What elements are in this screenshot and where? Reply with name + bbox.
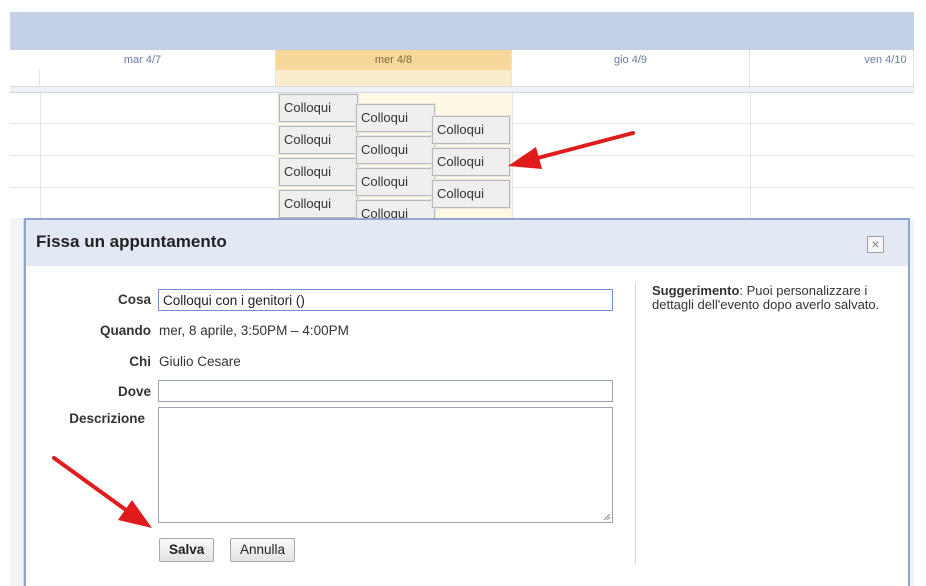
resize-grip-icon[interactable] bbox=[603, 513, 611, 521]
event-chip[interactable]: Colloqui bbox=[356, 168, 435, 196]
cancel-button[interactable]: Annulla bbox=[230, 538, 296, 562]
quando-value: mer, 8 aprile, 3:50PM – 4:00PM bbox=[159, 323, 349, 338]
background-strip-left bbox=[10, 218, 24, 586]
chi-value: Giulio Cesare bbox=[159, 354, 241, 369]
event-chip[interactable]: Colloqui bbox=[279, 158, 358, 186]
allday-cell-fri[interactable] bbox=[750, 70, 914, 87]
descrizione-label: Descrizione bbox=[69, 411, 145, 426]
background-strip-right bbox=[910, 218, 914, 586]
dove-label: Dove bbox=[117, 384, 151, 399]
event-chip[interactable]: Colloqui bbox=[279, 126, 358, 154]
cosa-label: Cosa bbox=[117, 292, 151, 307]
calendar-top-area bbox=[10, 0, 914, 12]
descrizione-textarea[interactable] bbox=[158, 407, 613, 523]
event-chip[interactable]: Colloqui bbox=[279, 94, 358, 122]
event-chip[interactable]: Colloqui bbox=[432, 180, 510, 208]
allday-gutter bbox=[10, 70, 40, 87]
day-header-label: mer 4/8 bbox=[374, 54, 413, 66]
chi-label: Chi bbox=[129, 354, 151, 369]
allday-cell-thu[interactable] bbox=[512, 70, 750, 87]
day-header-thu[interactable]: gio 4/9 bbox=[512, 50, 750, 70]
appointment-dialog: Fissa un appuntamento × Cosa Quando mer,… bbox=[24, 218, 910, 586]
calendar-header-band bbox=[10, 12, 914, 50]
close-icon[interactable]: × bbox=[867, 236, 884, 253]
dialog-divider bbox=[635, 282, 636, 564]
day-header-label: ven 4/10 bbox=[864, 54, 907, 66]
event-chip[interactable]: Colloqui bbox=[356, 104, 435, 132]
event-chip[interactable]: Colloqui bbox=[279, 190, 358, 218]
allday-cell-tue[interactable] bbox=[40, 70, 276, 87]
day-header-label: mar 4/7 bbox=[123, 54, 162, 66]
day-header-label: gio 4/9 bbox=[613, 54, 648, 66]
quando-label: Quando bbox=[100, 323, 151, 338]
dove-input[interactable] bbox=[158, 380, 613, 402]
tip-text: Suggerimento: Puoi personalizzare i dett… bbox=[652, 284, 902, 312]
day-header-wed[interactable]: mer 4/8 bbox=[276, 50, 512, 70]
day-header-tue[interactable]: mar 4/7 bbox=[10, 50, 276, 70]
cosa-input[interactable] bbox=[158, 289, 613, 311]
dialog-title: Fissa un appuntamento bbox=[36, 232, 227, 251]
tip-heading: Suggerimento bbox=[652, 283, 740, 298]
event-chip[interactable]: Colloqui bbox=[432, 116, 510, 144]
allday-cell-wed[interactable] bbox=[276, 70, 512, 87]
day-header-fri[interactable]: ven 4/10 bbox=[750, 50, 914, 70]
dialog-header: Fissa un appuntamento × bbox=[26, 220, 908, 266]
event-chip-selected[interactable]: Colloqui bbox=[432, 148, 510, 176]
save-button[interactable]: Salva bbox=[159, 538, 215, 562]
event-chip[interactable]: Colloqui bbox=[356, 136, 435, 164]
